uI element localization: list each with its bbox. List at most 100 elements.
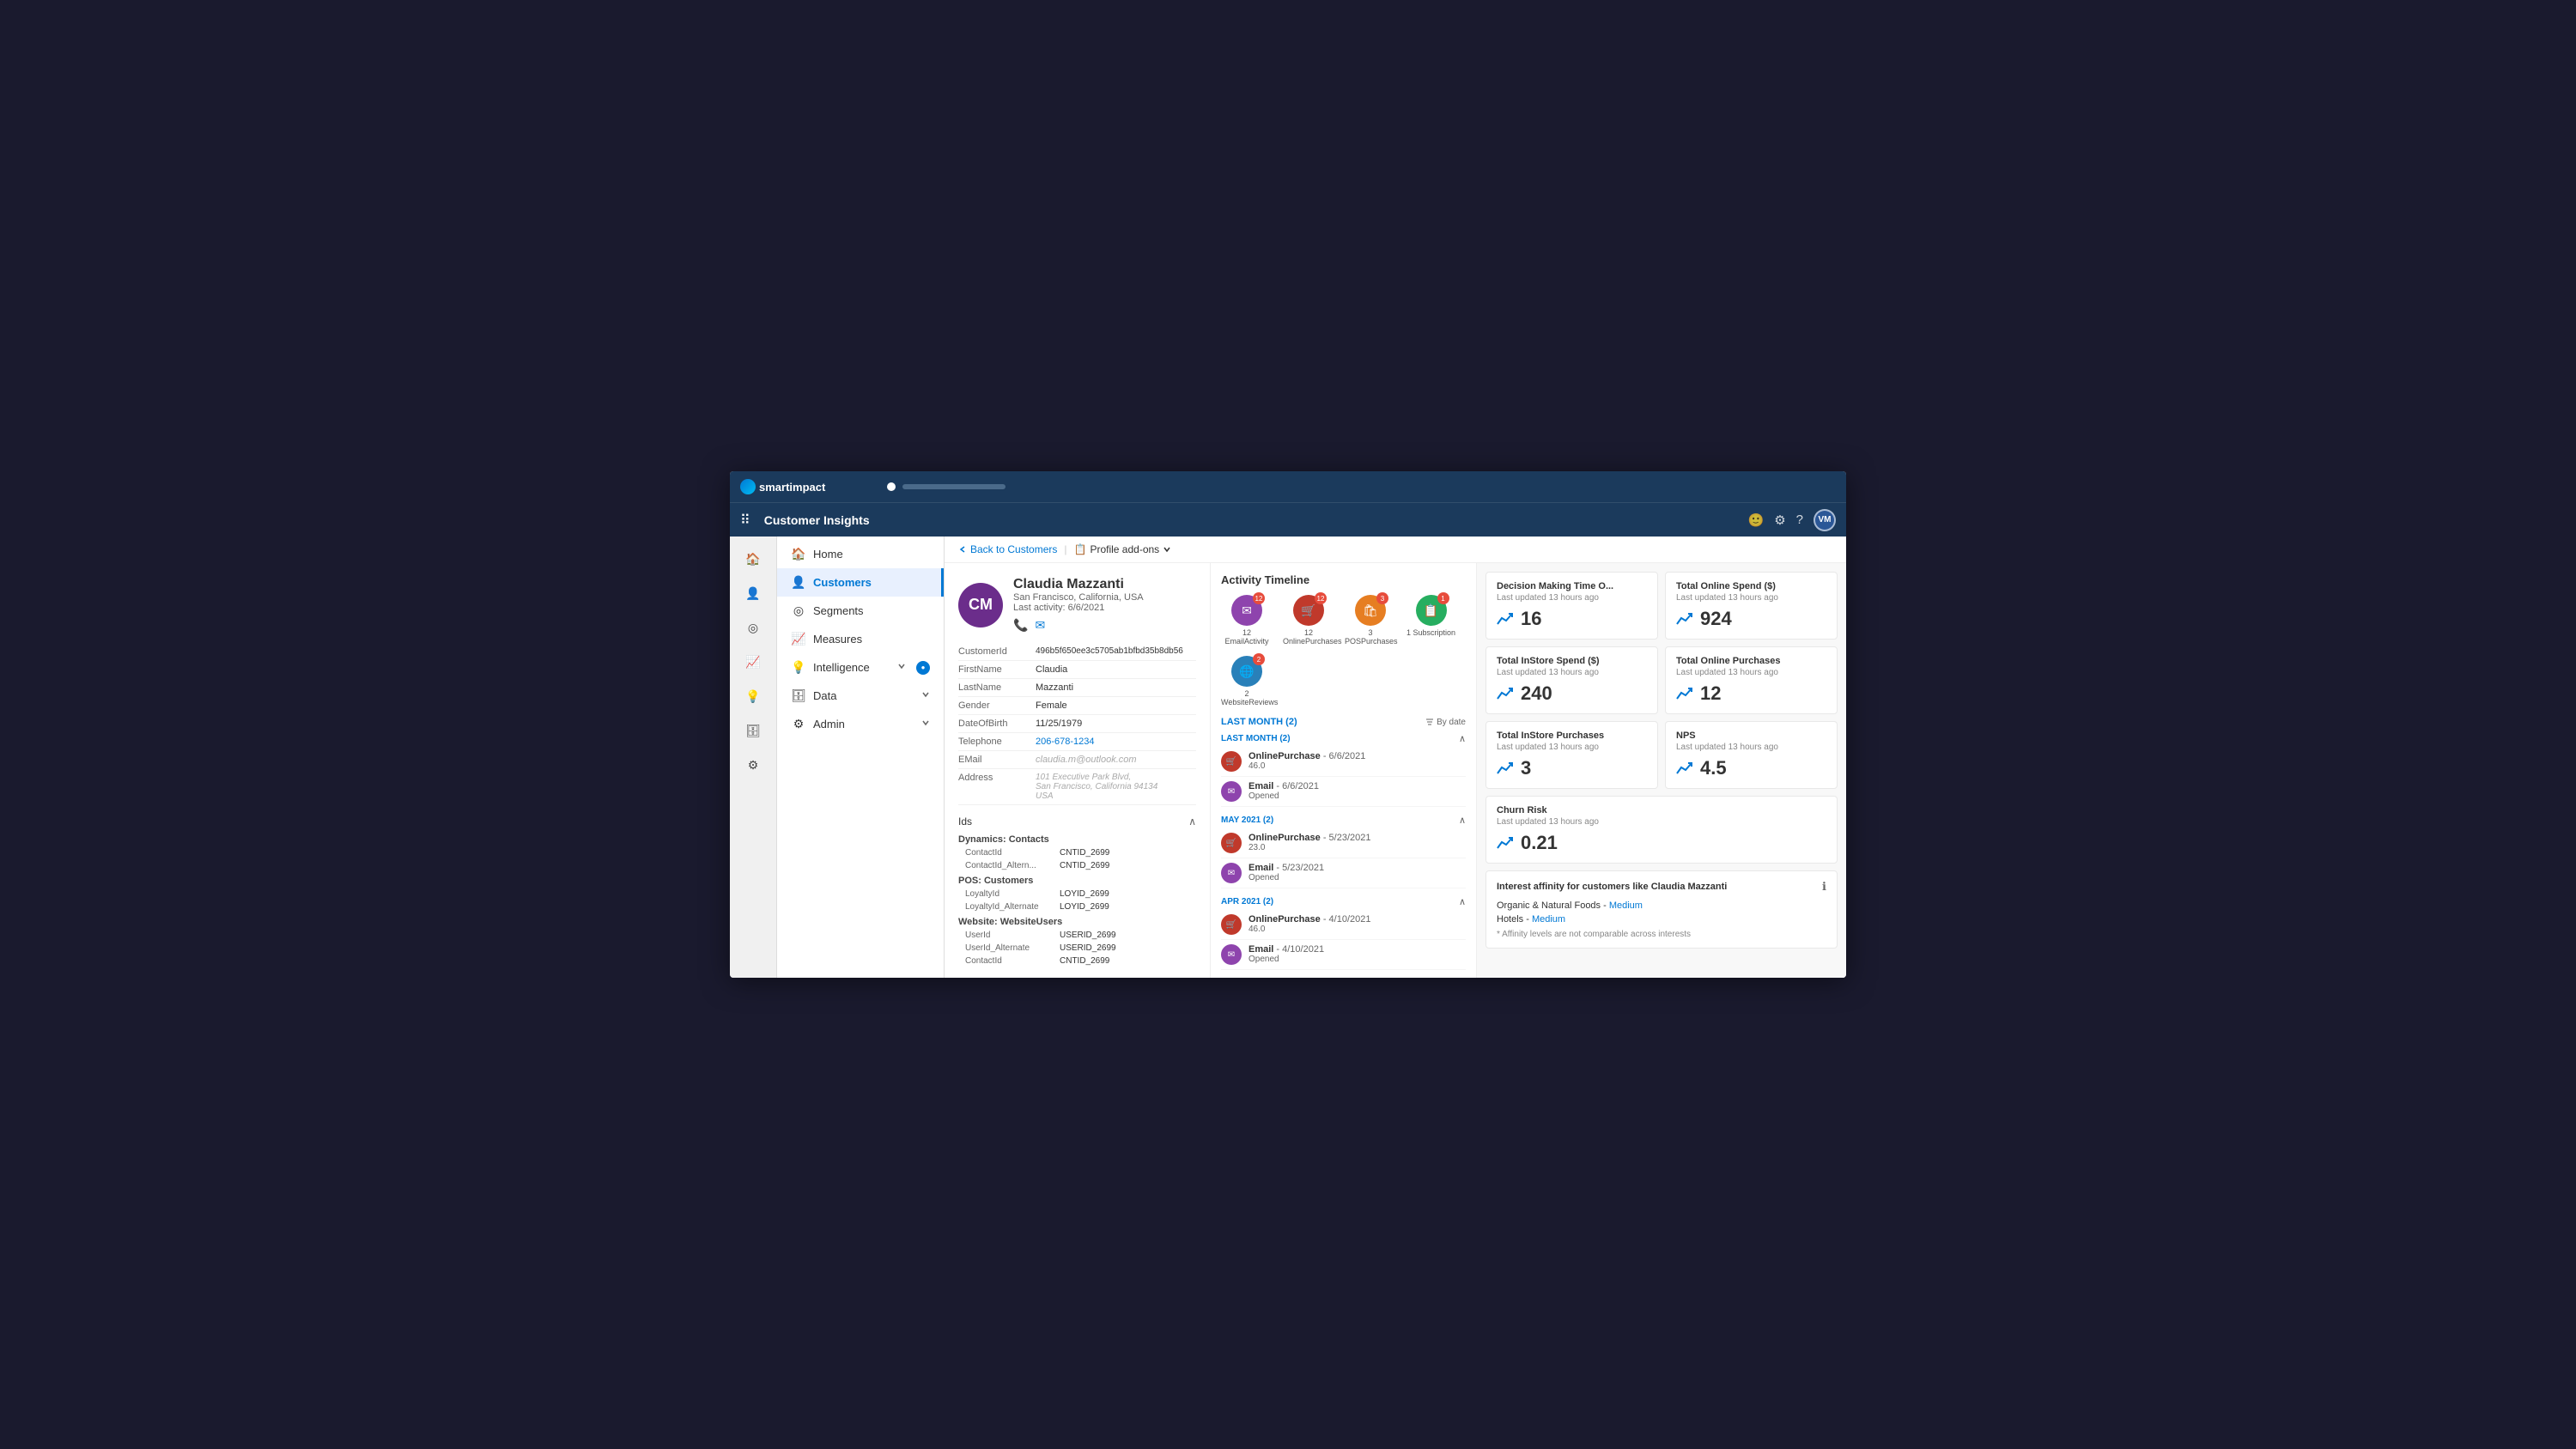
sidebar-icon-data[interactable]: 🗄 [738,715,769,746]
intelligence-expand-icon [897,662,906,673]
sidebar: 🏠 👤 ◎ 📈 💡 🗄 ⚙ [730,537,777,978]
metric-online-purchases: Total Online Purchases Last updated 13 h… [1665,646,1838,714]
collapse-may-icon[interactable]: ∧ [1459,815,1466,826]
timeline-period-apr[interactable]: APR 2021 (2) ∧ [1221,894,1466,910]
user-avatar[interactable]: VM [1814,509,1836,531]
activity-icon-website-reviews: 🌐 2 2 WebsiteReviews [1221,656,1273,706]
logo-text: smartimpact [759,481,825,494]
timeline-email-icon: ✉ [1221,944,1242,965]
trend-up-icon [1497,687,1514,700]
trend-up-icon [1676,761,1693,775]
nav-item-admin-label: Admin [813,718,845,731]
top-bar: smartimpact [730,471,1846,502]
hamburger-menu[interactable]: ⠿ [740,512,750,529]
nav-item-admin[interactable]: ⚙ Admin [777,710,944,738]
nav-item-segments[interactable]: ◎ Segments [777,597,944,625]
interest-note: * Affinity levels are not comparable acr… [1497,930,1826,939]
ids-section: Ids ∧ Dynamics: Contacts ContactId CNTID… [958,812,1196,967]
nav-item-home-label: Home [813,548,843,561]
nav-item-intelligence[interactable]: 💡 Intelligence ● [777,653,944,682]
ids-row: UserId USERID_2699 [958,929,1196,942]
field-customerid: CustomerId 496b5f650ee3c5705ab1bfbd35b8d… [958,643,1196,661]
ids-row: ContactId CNTID_2699 [958,846,1196,859]
timeline-item: ✉ Email - 4/10/2021 Opened [1221,940,1466,970]
data-expand-icon [921,690,930,701]
measures-icon: 📈 [791,632,806,646]
ids-row: LoyaltyId LOYID_2699 [958,888,1196,900]
profile-info: Claudia Mazzanti San Francisco, Californ… [1013,577,1144,633]
breadcrumb: Back to Customers | 📋 Profile add-ons [945,537,1846,563]
field-email: EMail claudia.m@outlook.com [958,751,1196,769]
trend-up-icon [1497,761,1514,775]
customer-location: San Francisco, California, USA [1013,592,1144,603]
activity-icons-row: ✉ 12 12 EmailActivity 🛒 12 12 OnlinePurc… [1221,595,1466,706]
logo: smartimpact [740,479,825,494]
sidebar-icon-intelligence[interactable]: 💡 [738,681,769,712]
admin-expand-icon [921,718,930,730]
timeline-purchase-icon: 🛒 [1221,833,1242,853]
collapse-lastmonth-icon[interactable]: ∧ [1459,733,1466,744]
collapse-apr-icon[interactable]: ∧ [1459,896,1466,907]
profile-addons-link[interactable]: 📋 Profile add-ons [1074,543,1172,555]
phone-icon[interactable]: 📞 [1013,618,1028,633]
sort-icon [1425,718,1434,726]
timeline-sort-button[interactable]: By date [1425,718,1466,727]
sidebar-icon-measures[interactable]: 📈 [738,646,769,677]
app-title: Customer Insights [764,513,1735,527]
customer-fields: CustomerId 496b5f650ee3c5705ab1bfbd35b8d… [958,643,1196,805]
nav-bar: ⠿ Customer Insights 🙂 ⚙ ? VM [730,502,1846,537]
metric-churn-risk: Churn Risk Last updated 13 hours ago 0.2… [1485,796,1838,864]
ids-collapse-icon[interactable]: ∧ [1188,815,1196,828]
customer-avatar: CM [958,583,1003,627]
field-dob: DateOfBirth 11/25/1979 [958,715,1196,733]
nav-item-customers[interactable]: 👤 Customers [777,568,944,597]
timeline-item-content: Email - 6/6/2021 Opened [1249,781,1466,801]
sidebar-icon-segments[interactable]: ◎ [738,612,769,643]
segments-icon: ◎ [791,603,806,618]
ids-website-users: Website: WebsiteUsers UserId USERID_2699… [958,917,1196,967]
sidebar-icon-admin[interactable]: ⚙ [738,749,769,780]
activity-icon-pos-purchases: 🛍 3 3 POSPurchases [1345,595,1396,646]
timeline-section-lastmonth: LAST MONTH (2) ∧ 🛒 OnlinePurchase - 6/6/… [1221,731,1466,807]
customer-profile-panel: CM Claudia Mazzanti San Francisco, Calif… [945,563,1211,978]
activity-icon-subscription: 📋 1 1 Subscription [1406,595,1455,646]
sidebar-icon-home[interactable]: 🏠 [738,543,769,574]
back-to-customers-link[interactable]: Back to Customers [958,543,1057,555]
email-icon[interactable]: ✉ [1035,618,1045,633]
ids-row: ContactId CNTID_2699 [958,955,1196,967]
metric-decision-making: Decision Making Time O... Last updated 1… [1485,572,1658,640]
smiley-icon[interactable]: 🙂 [1748,512,1765,528]
timeline-period-lastmonth[interactable]: LAST MONTH (2) ∧ [1221,731,1466,747]
nav-item-measures[interactable]: 📈 Measures [777,625,944,653]
profile-addons-icon: 📋 [1074,543,1087,555]
sidebar-icon-customers[interactable]: 👤 [738,578,769,609]
timeline-item: 🛒 OnlinePurchase - 4/10/2021 46.0 [1221,910,1466,940]
customers-icon: 👤 [791,575,806,590]
back-arrow-icon [958,545,967,554]
interest-header: Interest affinity for customers like Cla… [1497,880,1826,894]
progress-bar [902,484,1005,489]
settings-icon[interactable]: ⚙ [1774,512,1785,528]
activity-timeline-panel: Activity Timeline ✉ 12 12 EmailActivity … [1211,563,1477,978]
field-gender: Gender Female [958,697,1196,715]
ids-row: ContactId_Altern... CNTID_2699 [958,859,1196,872]
content-area: Back to Customers | 📋 Profile add-ons CM… [945,537,1846,978]
customer-last-activity: Last activity: 6/6/2021 [1013,603,1144,613]
interest-info-icon[interactable]: ℹ [1822,880,1826,894]
ids-row: LoyaltyId_Alternate LOYID_2699 [958,900,1196,913]
nav-item-customers-label: Customers [813,576,872,589]
timeline-period-mar[interactable]: MAR 2021 (4) ∧ [1221,975,1466,978]
timeline-filter-label[interactable]: LAST MONTH (2) [1221,717,1297,727]
help-icon[interactable]: ? [1796,512,1803,527]
metric-total-online-spend: Total Online Spend ($) Last updated 13 h… [1665,572,1838,640]
timeline-item: 🛒 OnlinePurchase - 6/6/2021 46.0 [1221,747,1466,777]
nav-item-data[interactable]: 🗄 Data [777,682,944,710]
progress-bar-container [835,482,1836,491]
logo-icon [740,479,756,494]
nav-item-home[interactable]: 🏠 Home [777,540,944,568]
customer-name: Claudia Mazzanti [1013,577,1144,592]
timeline-purchase-icon: 🛒 [1221,914,1242,935]
timeline-period-may[interactable]: MAY 2021 (2) ∧ [1221,812,1466,828]
ids-section-header[interactable]: Ids ∧ [958,812,1196,831]
intelligence-badge: ● [916,661,930,675]
